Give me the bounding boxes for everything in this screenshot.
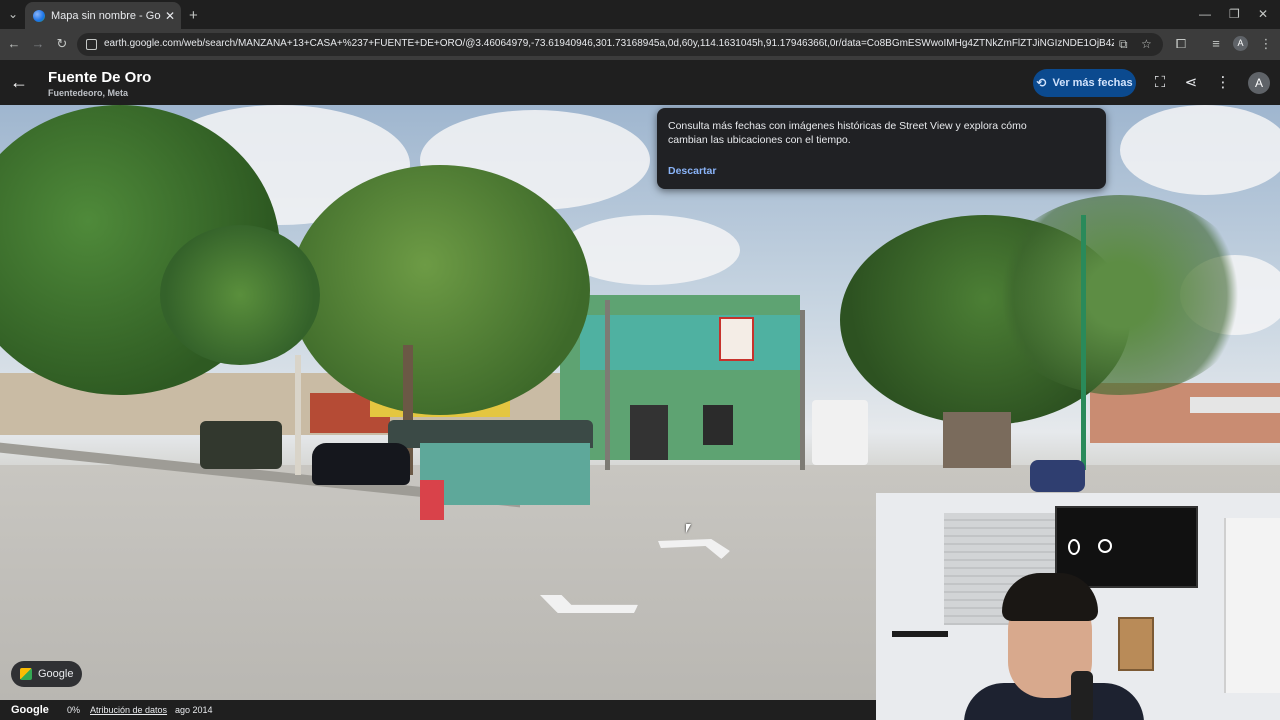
fullscreen-icon[interactable]: ⛶	[1151, 74, 1169, 92]
back-icon[interactable]: ←	[6, 36, 22, 52]
brown-truck	[943, 412, 1011, 468]
dark-suv	[200, 421, 282, 469]
close-tab-icon[interactable]: ✕	[165, 9, 175, 23]
cloud	[1120, 105, 1280, 195]
window	[703, 405, 733, 445]
place-title: Fuente De Oro	[48, 69, 152, 86]
door	[1224, 518, 1280, 693]
loading-percent: 0%	[67, 705, 81, 715]
tooltip-message: Consulta más fechas con imágenes históri…	[668, 120, 1027, 146]
webcam-overlay	[876, 493, 1280, 720]
earth-header: ← Fuente De Oro Fuentedeoro, Meta ⟲ Ver …	[0, 60, 1280, 105]
share-icon[interactable]: ⋖	[1182, 74, 1200, 92]
data-attribution-link[interactable]: Atribución de datos	[90, 705, 167, 715]
tree-trunk-white	[295, 355, 301, 475]
awning-right	[1190, 397, 1280, 413]
side-table	[892, 631, 948, 637]
minimize-icon[interactable]: —	[1199, 7, 1211, 21]
red-chair	[420, 480, 444, 520]
history-icon: ⟲	[1036, 76, 1047, 90]
close-window-icon[interactable]: ✕	[1258, 7, 1268, 21]
more-dates-button[interactable]: ⟲ Ver más fechas	[1033, 69, 1136, 97]
street-lamp	[1081, 215, 1086, 470]
google-logo: Google	[11, 704, 49, 716]
green-building-tarp	[580, 315, 800, 370]
doorway	[630, 405, 668, 460]
new-tab-icon[interactable]: +	[189, 7, 198, 24]
extensions-icon[interactable]: ⧠	[1173, 36, 1189, 52]
mouse-cursor-icon	[686, 524, 691, 533]
reading-list-icon[interactable]: ≡	[1208, 36, 1224, 52]
utility-pole	[800, 310, 805, 470]
framed-picture	[1118, 617, 1154, 671]
restore-icon[interactable]: ❐	[1229, 7, 1240, 21]
browser-menu-icon[interactable]: ⋮	[1258, 36, 1274, 52]
exit-street-view-arrow-icon[interactable]: ←	[10, 73, 28, 91]
more-options-icon[interactable]: ⋮	[1214, 74, 1232, 92]
earth-favicon-icon	[33, 9, 45, 22]
tab-search-icon[interactable]: ⌄	[8, 7, 18, 21]
browser-profile-avatar[interactable]: A	[1233, 36, 1248, 51]
browser-toolbar: ← → ↻ earth.google.com/web/search/MANZAN…	[0, 29, 1280, 60]
google-layer-chip[interactable]: Google	[11, 661, 82, 687]
url-text: earth.google.com/web/search/MANZANA+13+C…	[104, 38, 1114, 49]
address-bar[interactable]: earth.google.com/web/search/MANZANA+13+C…	[77, 33, 1163, 56]
chip-label: Google	[38, 668, 74, 680]
imagery-date: ago 2014	[175, 705, 213, 715]
place-subtitle: Fuentedeoro, Meta	[48, 88, 129, 98]
pegman-icon	[20, 668, 32, 680]
install-app-icon[interactable]: ⧉	[1119, 37, 1128, 52]
more-dates-label: Ver más fechas	[1052, 77, 1133, 89]
browser-tab[interactable]: Mapa sin nombre - Google Earth ✕	[25, 2, 181, 29]
site-info-icon[interactable]	[86, 39, 97, 50]
tab-title: Mapa sin nombre - Google Earth	[51, 9, 161, 22]
billboard	[719, 317, 754, 361]
black-car	[312, 443, 410, 485]
tree-far-right	[990, 195, 1250, 395]
tree-center	[290, 165, 590, 415]
microphone	[1071, 671, 1093, 720]
tv-eye-glow	[1098, 539, 1112, 553]
tv-eye-glow	[1068, 539, 1080, 555]
kiosk-tarp	[420, 443, 590, 505]
browser-tab-strip: ⌄ Mapa sin nombre - Google Earth ✕ + — ❐…	[0, 0, 1280, 29]
reload-icon[interactable]: ↻	[54, 36, 70, 52]
earth-profile-avatar[interactable]: A	[1248, 72, 1270, 94]
tree-small	[160, 225, 320, 365]
bookmark-star-icon[interactable]: ☆	[1141, 37, 1152, 51]
historical-imagery-tooltip: Consulta más fechas con imágenes históri…	[657, 108, 1106, 189]
motorcycle	[1030, 460, 1085, 492]
utility-pole	[605, 300, 610, 470]
forward-icon[interactable]: →	[30, 36, 46, 52]
white-truck	[812, 400, 868, 465]
dismiss-button[interactable]: Descartar	[668, 165, 716, 177]
